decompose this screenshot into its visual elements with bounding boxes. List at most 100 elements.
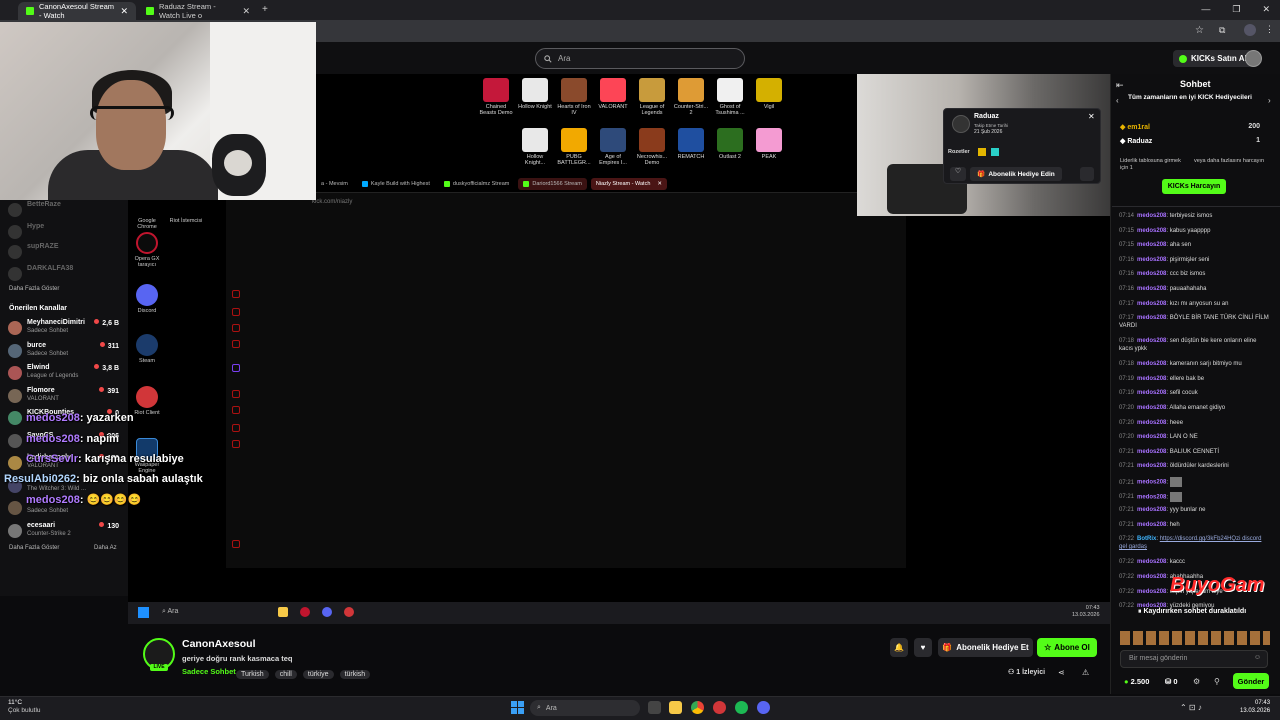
browser-tab-raduaz[interactable]: Raduaz Stream - Watch Live o ✕ xyxy=(138,2,258,20)
emote-bar[interactable] xyxy=(1120,631,1270,645)
sidebar-channel[interactable]: MeyhaneciDimitri Sadece Sohbet 2,6 B xyxy=(8,318,126,340)
weather-widget[interactable]: 11°C Çok bulutlu xyxy=(8,699,41,715)
gift-count[interactable]: ⛁ 0 xyxy=(1165,677,1178,686)
riot-icon[interactable] xyxy=(713,701,726,714)
task-view-icon[interactable] xyxy=(648,701,661,714)
user-avatar[interactable] xyxy=(1245,50,1262,67)
browser-tab-canonaxesoul[interactable]: CanonAxesoul Stream - Watch ✕ xyxy=(18,2,136,20)
chat-message[interactable]: 07:20 medos208: heee xyxy=(1119,419,1271,427)
chat-message[interactable]: 07:16 medos208: pauaahahaha xyxy=(1119,285,1271,293)
tag[interactable]: türkiye xyxy=(302,670,334,679)
bookmark-star-icon[interactable]: ☆ xyxy=(1195,25,1204,36)
maximize-icon[interactable]: ❐ xyxy=(1232,4,1240,15)
chat-username[interactable]: medos208 xyxy=(1137,480,1166,486)
chat-message[interactable]: 07:21 medos208: xyxy=(1119,477,1271,487)
discord-icon[interactable] xyxy=(757,701,770,714)
chat-message[interactable]: 07:18 medos208: sen düştün bie kere onlar… xyxy=(1119,337,1271,353)
chat-username[interactable]: medos208 xyxy=(1137,522,1166,528)
taskbar-search[interactable]: ⌕ Ara xyxy=(530,700,640,716)
chat-username[interactable]: medos208 xyxy=(1137,228,1166,234)
sidebar-channel[interactable]: Elwind League of Legends 3,8 B xyxy=(8,363,126,385)
gift-sub-button[interactable]: 🎁 Abonelik Hediye Edin xyxy=(970,167,1062,181)
chat-username[interactable]: medos208 xyxy=(1137,338,1166,344)
chat-username[interactable]: medos208 xyxy=(1137,463,1166,469)
sidebar-channel-faded[interactable]: DARKALFA38 xyxy=(8,264,126,286)
chevron-right-icon[interactable]: › xyxy=(1268,96,1271,105)
chat-input[interactable]: Bir mesaj gönderin ☺ xyxy=(1120,650,1268,668)
sidebar-channel-faded[interactable]: BetteRaze xyxy=(8,200,126,222)
chat-username[interactable]: medos208 xyxy=(1137,420,1166,426)
chat-username[interactable]: medos208 xyxy=(1137,376,1166,382)
system-tray-icons[interactable]: ⌃ ⊡ ♪ xyxy=(1180,703,1202,712)
close-window-icon[interactable]: ✕ xyxy=(1262,4,1270,15)
show-more-link[interactable]: Daha Fazla Göster xyxy=(9,286,59,292)
chat-message[interactable]: 07:22 medos208: kaccc xyxy=(1119,558,1271,566)
mod-action-button[interactable] xyxy=(1080,167,1094,181)
minimize-icon[interactable]: — xyxy=(1201,4,1210,15)
chat-message[interactable]: 07:21 medos208: xyxy=(1119,491,1271,502)
share-icon[interactable]: ⋖ xyxy=(1058,668,1065,677)
chat-message[interactable]: 07:22 BotRix: https://discord.gg/3kFb24HQ… xyxy=(1119,535,1271,551)
chat-username[interactable]: medos208 xyxy=(1137,405,1166,411)
chat-username[interactable]: medos208 xyxy=(1137,507,1166,513)
close-icon[interactable]: ✕ xyxy=(1088,112,1095,121)
chrome-icon[interactable] xyxy=(691,701,704,714)
chat-message[interactable]: 07:16 medos208: pişirmişler seni xyxy=(1119,256,1271,264)
chat-username[interactable]: medos208 xyxy=(1137,494,1166,500)
chat-username[interactable]: medos208 xyxy=(1137,559,1166,565)
chat-message[interactable]: 07:17 medos208: BÖYLE BİR TANE TÜRK CİNLİ… xyxy=(1119,314,1271,330)
sidebar-channel-faded[interactable]: supRAZE xyxy=(8,242,126,264)
file-explorer-icon[interactable] xyxy=(669,701,682,714)
chat-message[interactable]: 07:21 medos208: yyy bunlar ne xyxy=(1119,506,1271,514)
profile-icon[interactable] xyxy=(1244,24,1256,36)
settings-icon[interactable]: ⚙ xyxy=(1193,677,1200,686)
sidebar-channel[interactable]: Flomore VALORANT 391 xyxy=(8,386,126,408)
buy-kicks-button[interactable]: KICKs Satın Al xyxy=(1173,50,1253,67)
chat-message[interactable]: 07:20 medos208: Allaha emanet gidiyo xyxy=(1119,404,1271,412)
tag[interactable]: Turkish xyxy=(236,670,269,679)
show-less-link[interactable]: Daha Az xyxy=(94,545,117,551)
chat-message[interactable]: 07:19 medos208: ellere bak be xyxy=(1119,375,1271,383)
sidebar-channel[interactable]: burce Sadece Sohbet 311 xyxy=(8,341,126,363)
windows-start-icon[interactable] xyxy=(511,701,524,714)
collapse-chat-icon[interactable]: ⇤ xyxy=(1116,80,1124,91)
chat-username[interactable]: medos208 xyxy=(1137,301,1166,307)
chat-message[interactable]: 07:14 medos208: terbiyesiz ismos xyxy=(1119,212,1271,220)
spotify-icon[interactable] xyxy=(735,701,748,714)
chat-username[interactable]: BotRix xyxy=(1137,536,1156,542)
chat-username[interactable]: medos208 xyxy=(1137,257,1166,263)
heart-icon[interactable]: ♡ xyxy=(950,167,966,181)
chat-message[interactable]: 07:21 medos208: öldürdüler kardeslerini xyxy=(1119,462,1271,470)
close-icon[interactable]: ✕ xyxy=(120,6,128,17)
chat-username[interactable]: medos208 xyxy=(1137,434,1166,440)
new-tab-button[interactable]: + xyxy=(262,4,268,15)
chat-message[interactable]: 07:18 medos208: kameranın sarjı bitmiyo m… xyxy=(1119,360,1271,368)
gift-sub-button[interactable]: 🎁 Abonelik Hediye Et xyxy=(938,638,1033,657)
chat-username[interactable]: medos208 xyxy=(1137,449,1166,455)
chat-username[interactable]: medos208 xyxy=(1137,574,1166,580)
follow-button[interactable]: ☆ Abone Ol xyxy=(1037,638,1097,657)
share-icon[interactable]: ⚲ xyxy=(1214,677,1220,686)
chat-message[interactable]: 07:16 medos208: ccc biz ismos xyxy=(1119,270,1271,278)
search-input[interactable]: Ara xyxy=(535,48,745,69)
sidebar-channel-faded[interactable]: Hype xyxy=(8,222,126,244)
notification-bell-icon[interactable]: 🔔 xyxy=(890,638,908,657)
chat-message[interactable]: 07:21 medos208: heh xyxy=(1119,521,1271,529)
os-clock[interactable]: 07:43 13.03.2026 xyxy=(1240,699,1270,715)
chat-message[interactable]: 07:19 medos208: sefil cocuk xyxy=(1119,389,1271,397)
send-button[interactable]: Gönder xyxy=(1233,673,1269,689)
kicks-balance[interactable]: ● 2.500 xyxy=(1124,677,1149,686)
chat-username[interactable]: medos208 xyxy=(1137,271,1166,277)
heart-icon[interactable]: ♥ xyxy=(914,638,932,657)
chat-username[interactable]: medos208 xyxy=(1137,315,1166,321)
chat-username[interactable]: medos208 xyxy=(1137,213,1166,219)
chat-username[interactable]: medos208 xyxy=(1137,589,1166,595)
chat-paused-notice[interactable]: ⏸ Kaydırırken sohbet duraklatıldı xyxy=(1138,608,1247,616)
chat-message[interactable]: 07:20 medos208: LAN O NE xyxy=(1119,433,1271,441)
chat-message[interactable]: 07:21 medos208: BALIUK CENNETİ xyxy=(1119,448,1271,456)
tag[interactable]: chill xyxy=(274,670,297,679)
chat-username[interactable]: medos208 xyxy=(1137,390,1166,396)
report-icon[interactable]: ⚠ xyxy=(1082,668,1089,677)
streamer-name[interactable]: CanonAxesoul xyxy=(182,638,256,650)
chat-username[interactable]: medos208 xyxy=(1137,242,1166,248)
